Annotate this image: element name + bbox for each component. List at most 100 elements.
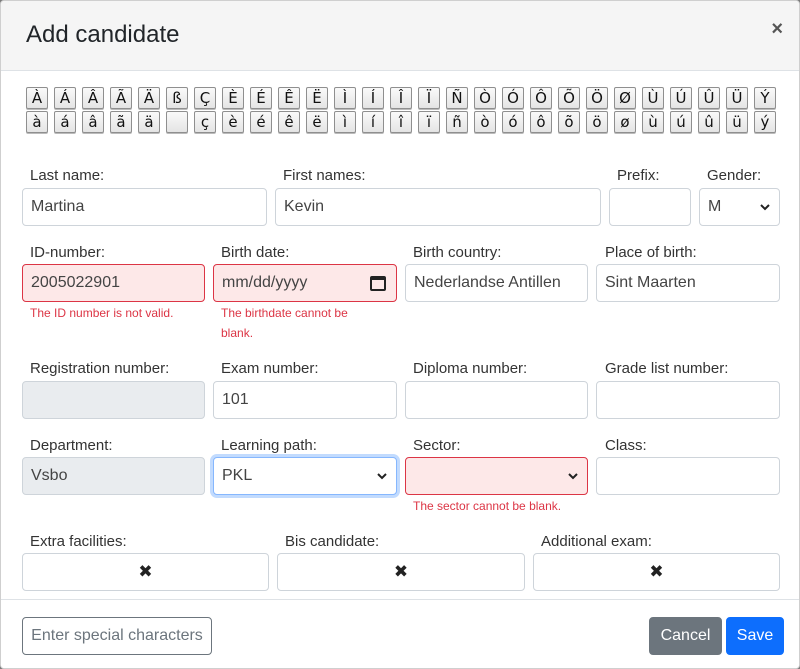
special-char-button[interactable]: à [26,111,48,133]
special-char-button[interactable]: Ê [278,87,300,109]
add-candidate-modal: Add candidate × ÀÁÂÃÄßÇÈÉÊËÌÍÎÏÑÒÓÔÕÖØÙÚ… [0,0,800,669]
place-of-birth-label: Place of birth: [605,244,697,261]
special-char-button[interactable]: Ã [110,87,132,109]
id-number-error: The ID number is not valid. [30,306,174,320]
save-button[interactable]: Save [726,617,784,655]
special-char-button[interactable]: ë [306,111,328,133]
gender-select[interactable]: M [699,188,780,226]
additional-exam-toggle[interactable]: ✖ [533,553,780,591]
special-char-button[interactable]: Ä [138,87,160,109]
special-char-button[interactable]: Ñ [446,87,468,109]
calendar-icon[interactable] [370,276,386,291]
place-of-birth-input[interactable]: Sint Maarten [596,264,780,302]
registration-number-label: Registration number: [30,360,170,377]
special-char-button[interactable]: é [250,111,272,133]
special-char-button[interactable]: Î [390,87,412,109]
special-char-button[interactable]: Ü [726,87,748,109]
special-char-button[interactable]: Â [82,87,104,109]
special-char-button[interactable]: Û [698,87,720,109]
bis-candidate-toggle[interactable]: ✖ [277,553,525,591]
registration-number-input [22,381,205,419]
chevron-down-icon [568,473,578,480]
special-char-button[interactable]: ã [110,111,132,133]
special-char-button[interactable]: Ò [474,87,496,109]
special-char-button[interactable]: ì [334,111,356,133]
special-char-button[interactable] [166,111,188,133]
special-char-button[interactable]: Í [362,87,384,109]
birth-date-error-line1: The birthdate cannot be [221,306,348,320]
special-char-button[interactable]: ù [642,111,664,133]
special-char-button[interactable]: ç [194,111,216,133]
special-char-button[interactable]: Ô [530,87,552,109]
diploma-number-input[interactable] [405,381,588,419]
sector-select[interactable] [405,457,588,495]
sector-error: The sector cannot be blank. [413,499,562,513]
bis-candidate-label: Bis candidate: [285,533,380,550]
birth-country-label: Birth country: [413,244,502,261]
special-char-button[interactable]: í [362,111,384,133]
special-char-button[interactable]: â [82,111,104,133]
special-char-button[interactable]: ñ [446,111,468,133]
special-char-button[interactable]: Ú [670,87,692,109]
special-char-button[interactable]: Á [54,87,76,109]
special-char-button[interactable]: ï [418,111,440,133]
learning-path-label: Learning path: [221,437,317,454]
special-char-button[interactable]: õ [558,111,580,133]
special-char-button[interactable]: É [250,87,272,109]
special-char-button[interactable]: è [222,111,244,133]
extra-facilities-toggle[interactable]: ✖ [22,553,269,591]
special-char-button[interactable]: È [222,87,244,109]
class-input[interactable] [596,457,780,495]
cross-icon: ✖ [393,562,409,581]
special-chars-uppercase-row: ÀÁÂÃÄßÇÈÉÊËÌÍÎÏÑÒÓÔÕÖØÙÚÛÜÝ [26,87,786,110]
special-char-button[interactable]: Ë [306,87,328,109]
special-char-button[interactable]: î [390,111,412,133]
grade-list-number-input[interactable] [596,381,780,419]
id-number-input[interactable]: 2005022901 [22,264,205,302]
grade-list-number-label: Grade list number: [605,360,729,377]
special-char-button[interactable]: á [54,111,76,133]
special-char-button[interactable]: Õ [558,87,580,109]
special-char-button[interactable]: Ö [586,87,608,109]
prefix-input[interactable] [609,188,691,226]
birth-date-error-line2: blank. [221,326,254,340]
id-number-label: ID-number: [30,244,106,261]
special-char-button[interactable]: ø [614,111,636,133]
special-char-button[interactable]: ô [530,111,552,133]
birth-date-error: The birthdate cannot be blank. [221,303,348,343]
birth-country-input[interactable]: Nederlandse Antillen [405,264,588,302]
special-char-button[interactable]: ö [586,111,608,133]
extra-facilities-label: Extra facilities: [30,533,127,550]
special-char-button[interactable]: ú [670,111,692,133]
special-char-button[interactable]: À [26,87,48,109]
first-names-input[interactable]: Kevin [275,188,601,226]
birth-date-input[interactable]: mm/dd/yyyy [213,264,397,302]
special-char-button[interactable]: Ø [614,87,636,109]
learning-path-select[interactable]: PKL [213,457,397,495]
chevron-down-icon [377,473,387,480]
close-icon[interactable]: × [771,17,783,41]
special-char-button[interactable]: Ì [334,87,356,109]
special-char-button[interactable]: ä [138,111,160,133]
special-char-button[interactable]: Ç [194,87,216,109]
special-char-button[interactable]: ü [726,111,748,133]
special-char-button[interactable]: Ï [418,87,440,109]
gender-label: Gender: [707,167,762,184]
special-char-button[interactable]: Ù [642,87,664,109]
special-char-button[interactable]: ó [502,111,524,133]
sector-label: Sector: [413,437,461,454]
special-char-button[interactable]: ê [278,111,300,133]
exam-number-label: Exam number: [221,360,319,377]
special-char-button[interactable]: ý [754,111,776,133]
special-char-button[interactable]: Ý [754,87,776,109]
modal-header: Add candidate × [1,1,799,71]
special-char-button[interactable]: û [698,111,720,133]
special-char-button[interactable]: ß [166,87,188,109]
special-char-button[interactable]: ò [474,111,496,133]
exam-number-input[interactable]: 101 [213,381,397,419]
enter-special-characters-button[interactable]: Enter special characters [22,617,212,655]
cancel-button[interactable]: Cancel [649,617,722,655]
special-char-button[interactable]: Ó [502,87,524,109]
additional-exam-label: Additional exam: [541,533,652,550]
last-name-input[interactable]: Martina [22,188,267,226]
